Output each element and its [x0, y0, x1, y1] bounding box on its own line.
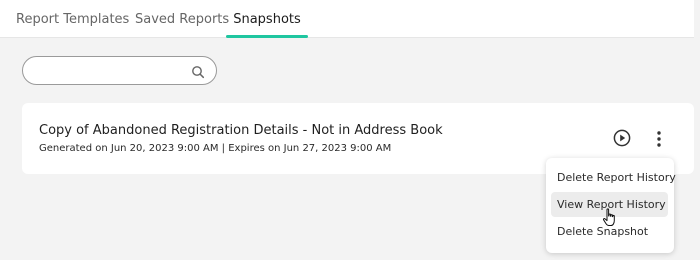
search-icon[interactable] — [191, 64, 205, 79]
tab-snapshots[interactable]: Snapshots — [226, 0, 308, 38]
tab-bar: Report Templates Saved Reports Snapshots — [0, 0, 694, 38]
snapshot-meta: Generated on Jun 20, 2023 9:00 AM | Expi… — [39, 143, 392, 154]
more-vertical-icon[interactable] — [649, 129, 669, 149]
search-input[interactable] — [35, 62, 185, 80]
snapshot-title: Copy of Abandoned Registration Details -… — [39, 123, 443, 138]
menu-item-delete-report-history[interactable]: Delete Report History — [551, 165, 676, 190]
play-circle-icon[interactable] — [613, 129, 631, 147]
hand-pointer-icon — [602, 208, 618, 228]
tab-saved-reports[interactable]: Saved Reports — [135, 0, 229, 38]
snapshot-actions-menu: Delete Report History View Report Histor… — [546, 158, 676, 253]
search-box[interactable] — [22, 56, 217, 85]
active-tab-indicator — [226, 35, 308, 38]
tab-report-templates[interactable]: Report Templates — [16, 0, 129, 38]
